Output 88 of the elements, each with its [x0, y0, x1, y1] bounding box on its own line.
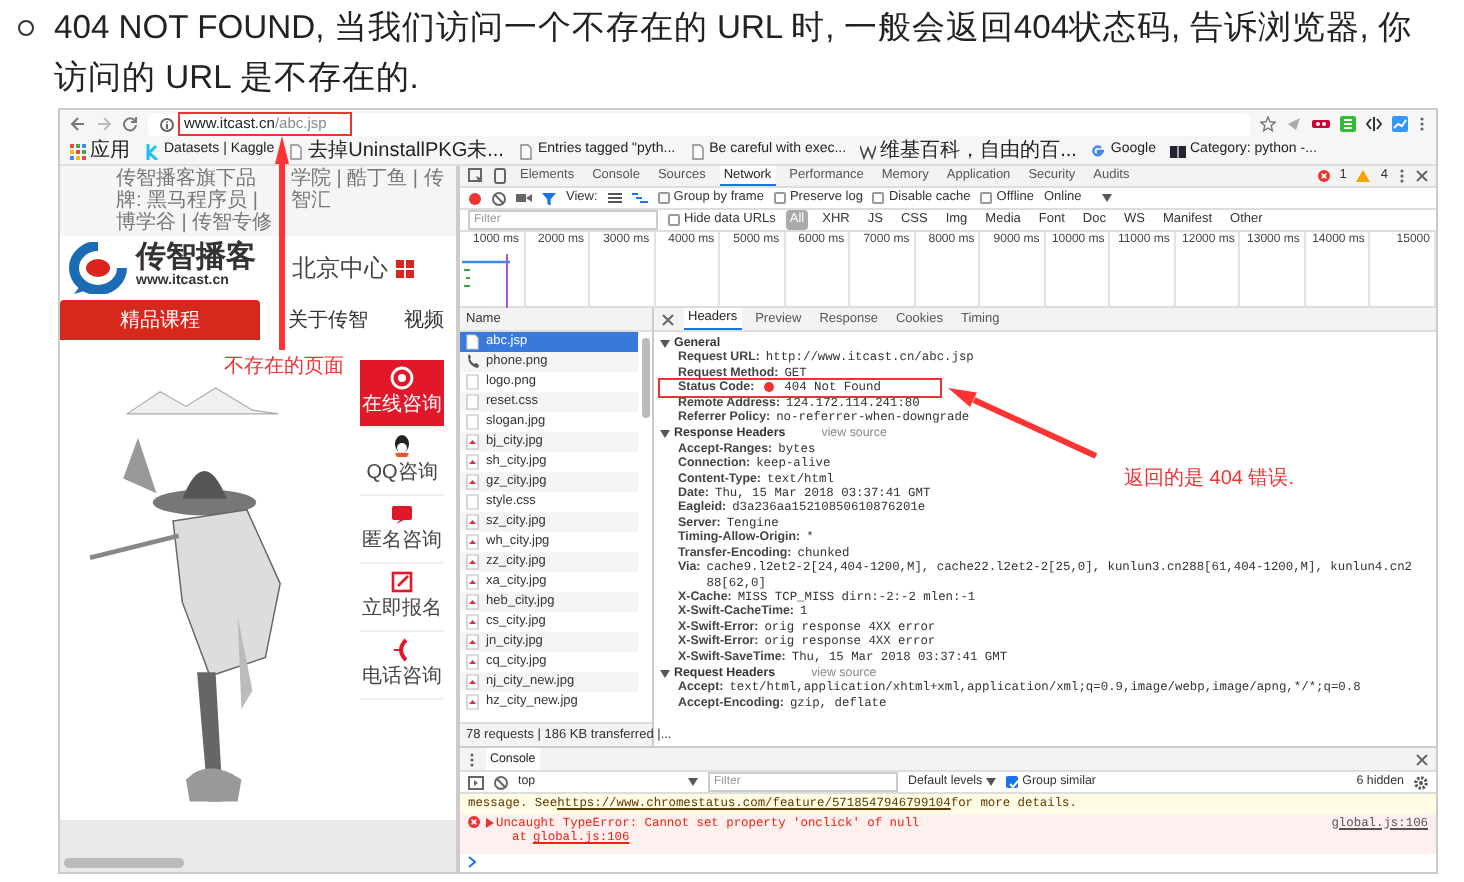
- image-file-icon: [466, 554, 480, 570]
- image-file-icon: [466, 434, 480, 450]
- scrollbar[interactable]: [642, 338, 650, 418]
- status-dot-icon: [764, 382, 775, 393]
- annotation-text: 返回的是 404 错误.: [1124, 465, 1295, 494]
- caret-icon: [1101, 194, 1112, 202]
- image-file-icon: [466, 614, 480, 630]
- reload-icon[interactable]: [122, 116, 138, 132]
- sidebar-icon[interactable]: [468, 775, 484, 789]
- message-icon: [390, 502, 414, 526]
- record-icon[interactable]: [468, 191, 482, 205]
- bookmark[interactable]: 去掉UninstallPKG未...: [288, 138, 504, 164]
- extension-icon[interactable]: [1392, 116, 1408, 132]
- wiki-icon: [860, 143, 877, 159]
- bullet-icon: [18, 20, 34, 36]
- star-icon[interactable]: [1260, 116, 1276, 132]
- close-icon[interactable]: [1416, 753, 1428, 765]
- checkbox[interactable]: [668, 214, 680, 226]
- device-icon[interactable]: [494, 168, 506, 184]
- bookmark[interactable]: 应用: [70, 138, 130, 164]
- error-icon: [468, 816, 480, 829]
- image-file-icon: [466, 594, 480, 610]
- waterfall-icon[interactable]: [631, 192, 648, 204]
- logo-icon: [68, 242, 128, 294]
- checkbox[interactable]: [872, 192, 885, 204]
- checkbox[interactable]: [1006, 775, 1019, 788]
- penguin-icon: [390, 434, 414, 458]
- extension-icon[interactable]: [1312, 116, 1330, 132]
- load-marker: [506, 254, 508, 308]
- image-file-icon: [466, 694, 480, 710]
- checkbox[interactable]: [657, 192, 670, 204]
- image-file-icon: [466, 534, 480, 550]
- caret-icon[interactable]: [660, 339, 670, 348]
- close-icon[interactable]: [662, 313, 674, 325]
- file-icon: [466, 494, 480, 510]
- chat-icon: [390, 366, 414, 390]
- apps-icon: [70, 143, 86, 159]
- brand-strip: 传智播客旗下品牌: 黑马程序员 | 博学谷 | 传智专修学院 | 酷丁鱼 | 传智汇: [60, 166, 456, 236]
- kaggle-icon: [144, 143, 160, 159]
- bullet-text: 404 NOT FOUND, 当我们访问一个不存在的 URL 时, 一般会返回404状态码, 告诉浏览器, 你访问的 URL 是不存在的.: [54, 6, 1414, 100]
- google-icon: [1090, 143, 1107, 159]
- grid-icon: [396, 259, 414, 277]
- image-file-icon: [466, 654, 480, 670]
- bookmark[interactable]: 维基百科，自由的百...: [860, 138, 1077, 164]
- image-file-icon: [466, 574, 480, 590]
- logo-title: 传智播客: [136, 242, 256, 273]
- menu-icon[interactable]: [468, 751, 476, 767]
- error-icon[interactable]: [1317, 170, 1330, 182]
- clear-icon[interactable]: [492, 191, 506, 205]
- prompt-icon[interactable]: [468, 855, 476, 867]
- caret-icon: [688, 777, 698, 786]
- close-icon[interactable]: [1416, 170, 1428, 182]
- page-icon: [689, 143, 706, 159]
- checkbox[interactable]: [773, 192, 786, 204]
- side-menu-item[interactable]: 电话咨询: [360, 632, 444, 700]
- checkbox[interactable]: [980, 192, 993, 204]
- phone-icon: [466, 354, 480, 370]
- page-icon: [517, 143, 534, 159]
- info-icon[interactable]: [160, 117, 174, 131]
- expand-icon[interactable]: [486, 817, 494, 828]
- clear-icon[interactable]: [494, 775, 508, 789]
- list-view-icon[interactable]: [607, 192, 622, 204]
- center-label: 北京中心: [292, 252, 388, 286]
- inspect-icon[interactable]: [468, 168, 484, 184]
- extension-icon[interactable]: [1340, 116, 1356, 132]
- image-file-icon: [466, 674, 480, 690]
- image-file-icon: [466, 634, 480, 650]
- code-icon[interactable]: [1366, 116, 1382, 132]
- caret-icon: [986, 777, 997, 786]
- image-file-icon: [466, 514, 480, 530]
- scrollbar[interactable]: [64, 858, 184, 868]
- camera-icon[interactable]: [516, 192, 532, 204]
- caret-icon[interactable]: [660, 669, 670, 678]
- annotation-text: 不存在的页面: [224, 354, 344, 382]
- edit-icon: [390, 570, 414, 594]
- menu-icon[interactable]: [1418, 116, 1426, 132]
- image-file-icon: [466, 474, 480, 490]
- side-menu-item[interactable]: 在线咨询: [360, 360, 444, 428]
- nav-link[interactable]: 精品课程: [60, 300, 260, 340]
- page-icon: [288, 143, 305, 159]
- settings-icon[interactable]: [1414, 775, 1428, 789]
- menu-icon[interactable]: [1398, 168, 1406, 184]
- caret-icon[interactable]: [660, 430, 670, 439]
- nav-link[interactable]: 视频: [396, 300, 452, 340]
- nav-link[interactable]: 关于传智: [280, 300, 376, 340]
- book-icon: [1170, 143, 1186, 159]
- back-icon[interactable]: [70, 116, 86, 132]
- image-file-icon: [466, 454, 480, 470]
